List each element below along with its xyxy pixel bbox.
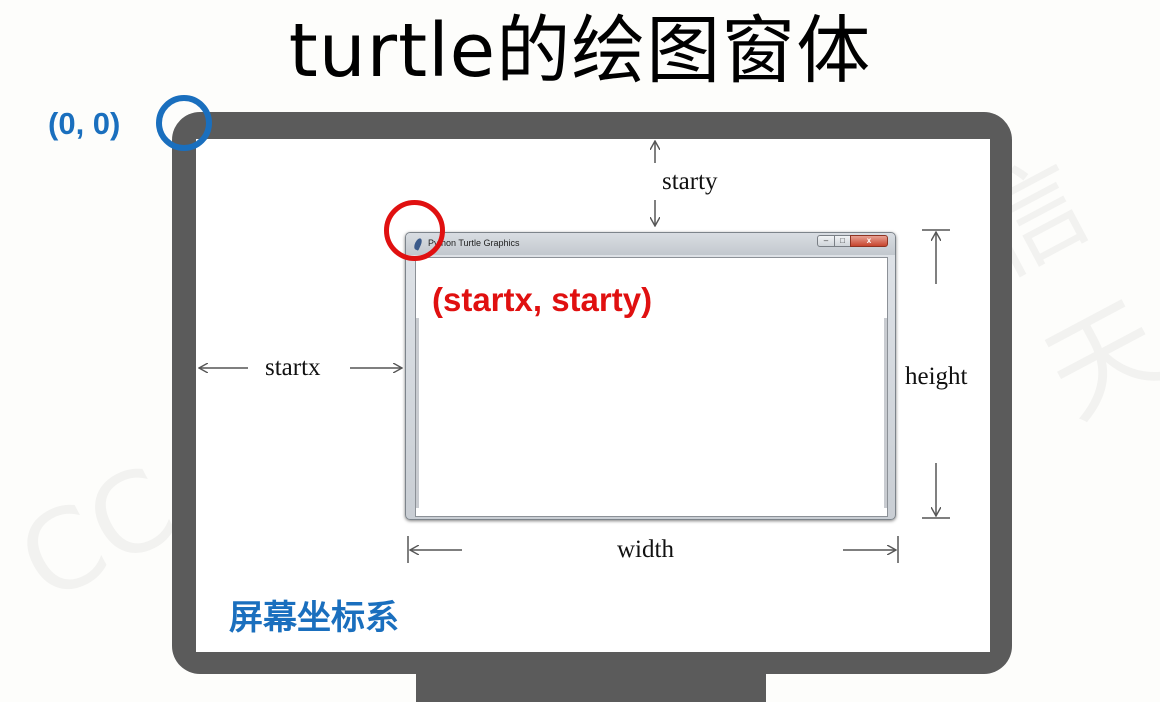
origin-marker-circle [156,95,212,151]
canvas-right-edge [884,318,887,508]
slide-title: turtle的绘图窗体 [288,8,872,94]
height-label: height [905,363,968,391]
origin-label: (0, 0) [48,106,121,141]
window-origin-marker-circle [384,200,445,261]
canvas-left-edge [416,318,419,508]
close-button[interactable]: x [850,235,888,247]
start-coordinate-label: (startx, starty) [432,281,653,318]
maximize-button[interactable]: □ [834,235,851,247]
width-label: width [617,536,674,564]
starty-label: starty [662,168,718,196]
startx-label: startx [265,354,321,382]
minimize-button[interactable]: – [817,235,835,247]
turtle-graphics-window: Python Turtle Graphics – □ x [405,232,896,520]
watermark-left: CC [0,441,195,626]
screen-coordinate-system-label: 屏幕坐标系 [229,598,399,638]
window-titlebar[interactable]: Python Turtle Graphics – □ x [406,233,895,255]
monitor-stand [416,672,766,702]
